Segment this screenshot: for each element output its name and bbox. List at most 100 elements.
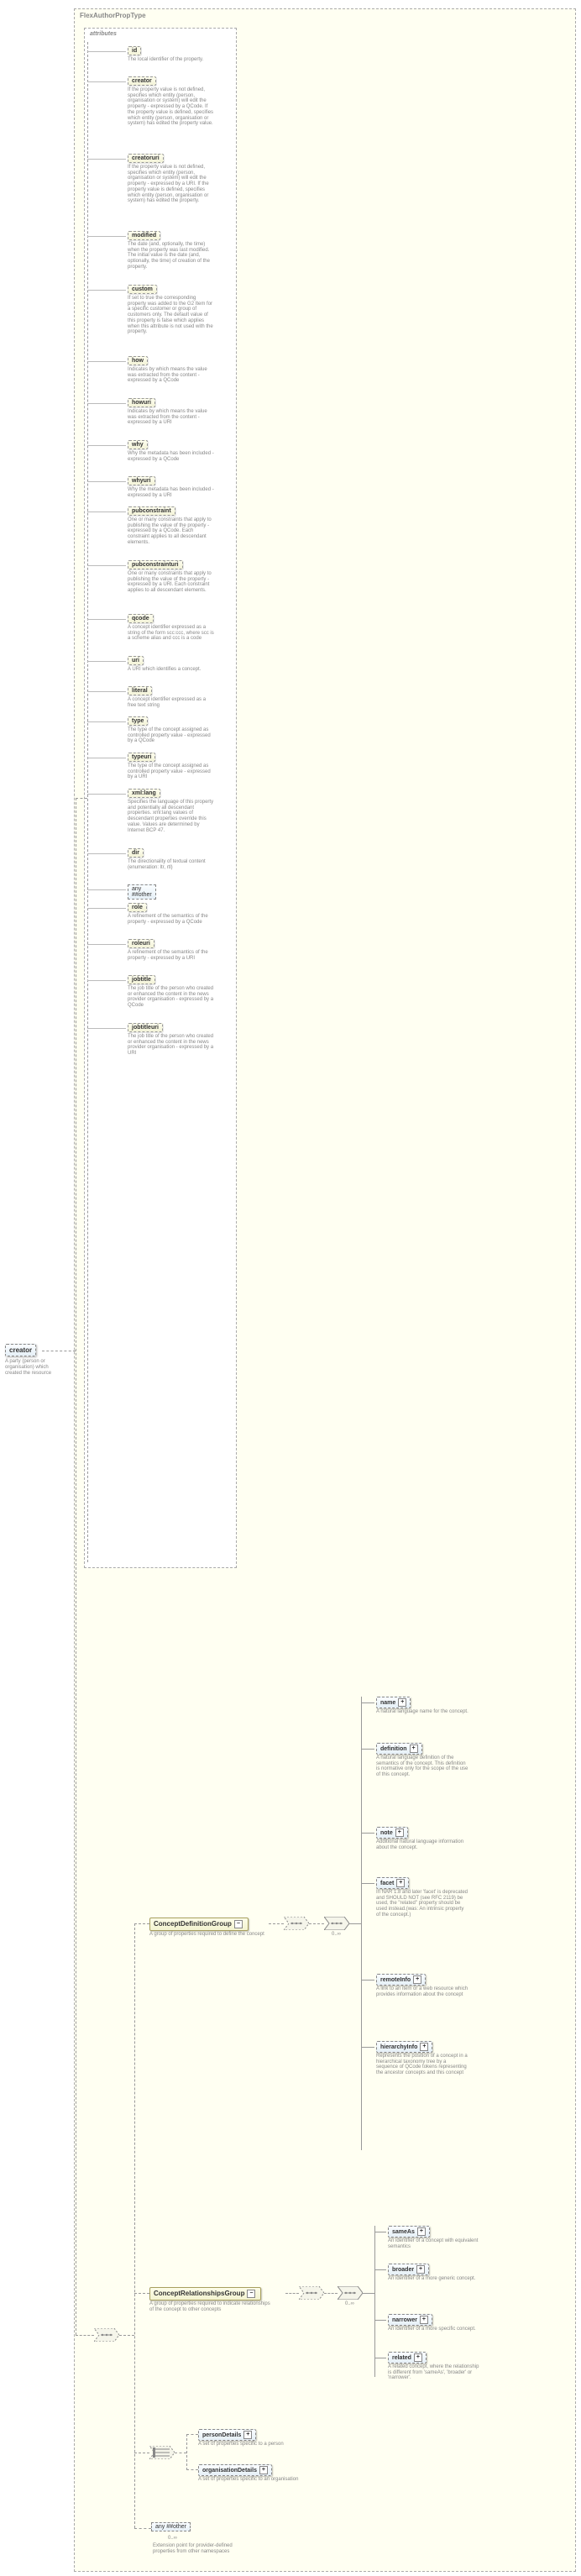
connector <box>186 2469 198 2470</box>
attribute-name[interactable]: how <box>128 356 148 365</box>
attribute-name[interactable]: uri <box>128 656 144 665</box>
root-element[interactable]: creator <box>5 1344 36 1356</box>
element-note[interactable]: note+ <box>376 1827 408 1839</box>
connector <box>87 81 126 82</box>
any-other-element[interactable]: any ##other <box>151 2522 191 2531</box>
attribute-dir: dirThe directionality of textual content… <box>128 848 216 870</box>
element-facet[interactable]: facet+ <box>376 1877 409 1889</box>
connector <box>87 1028 126 1029</box>
attribute-name[interactable]: qcode <box>128 614 154 623</box>
connector <box>87 980 126 981</box>
occurrence: 0..∞ <box>168 2536 177 2541</box>
expand-icon[interactable]: + <box>420 2316 428 2324</box>
attribute-desc: A URI which identifies a concept. <box>128 667 216 673</box>
attribute-name[interactable]: typeuri <box>128 753 155 762</box>
connector <box>134 2293 149 2294</box>
attribute-name[interactable]: jobtitle <box>128 975 155 984</box>
connector <box>374 2320 386 2321</box>
connector <box>309 1923 324 1924</box>
concept-definition-group[interactable]: ConceptDefinitionGroup− <box>149 1918 249 1931</box>
expand-icon[interactable]: + <box>417 2227 426 2236</box>
connector <box>87 889 126 890</box>
attribute-name[interactable]: why <box>128 440 148 449</box>
connector <box>374 2226 375 2377</box>
collapse-icon[interactable]: − <box>234 1920 243 1928</box>
collapse-icon[interactable]: − <box>247 2290 255 2298</box>
attribute-jobtitleuri: jobtitleuriThe job title of the person w… <box>128 1023 216 1057</box>
element-label: personDetails <box>202 2432 241 2438</box>
connector <box>285 2293 299 2294</box>
connector <box>87 794 126 795</box>
element-label: remoteInfo <box>380 1977 411 1983</box>
attribute-name[interactable]: whyuri <box>128 476 155 485</box>
person-details-element[interactable]: personDetails+ <box>198 2429 256 2441</box>
element-broader[interactable]: broader+ <box>388 2264 429 2275</box>
organisation-details-element[interactable]: organisationDetails+ <box>198 2464 272 2476</box>
expand-icon[interactable]: + <box>410 1744 418 1753</box>
attribute-literal: literalA concept identifier expressed as… <box>128 686 216 708</box>
type-label: FlexAuthorPropType <box>80 12 146 19</box>
attribute-qcode: qcodeA concept identifier expressed as a… <box>128 614 216 642</box>
attribute-name[interactable]: modified <box>128 231 160 240</box>
element-name[interactable]: name+ <box>376 1697 411 1708</box>
expand-icon[interactable]: + <box>259 2466 268 2474</box>
element-remoteInfo[interactable]: remoteInfo+ <box>376 1974 426 1986</box>
attribute-roleuri: roleuriA refinement of the semantics of … <box>128 939 216 961</box>
attribute-name[interactable]: creatoruri <box>128 154 164 163</box>
attribute-name[interactable]: dir <box>128 848 144 858</box>
attribute-why: whyWhy the metadata has been included - … <box>128 440 216 462</box>
connector <box>269 1923 284 1924</box>
attribute-name[interactable]: pubconstrainturi <box>128 560 183 569</box>
element-desc: In NAR 1.8 and later 'facet' is deprecat… <box>376 1890 468 1918</box>
root-element-desc: A party (person or organisation) which c… <box>5 1359 64 1377</box>
attribute-name[interactable]: roleuri <box>128 939 154 948</box>
attribute-name[interactable]: custom <box>128 285 157 294</box>
element-sameAs[interactable]: sameAs+ <box>388 2226 430 2238</box>
expand-icon[interactable]: + <box>413 1975 421 1984</box>
attribute-desc: A refinement of the semantics of the pro… <box>128 914 216 925</box>
attribute-name[interactable]: pubconstraint <box>128 506 175 516</box>
connector <box>87 619 126 620</box>
element-hierarchyInfo[interactable]: hierarchyInfo+ <box>376 2041 432 2053</box>
attribute-name[interactable]: creator <box>128 76 156 86</box>
attribute-name[interactable]: role <box>128 903 147 912</box>
connector <box>76 798 87 799</box>
attribute-how: howIndicates by which means the value wa… <box>128 356 216 384</box>
attribute-modified: modifiedThe date (and, optionally, the t… <box>128 231 216 270</box>
expand-icon[interactable]: + <box>398 1698 406 1707</box>
expand-icon[interactable]: + <box>395 1828 404 1837</box>
attribute-name[interactable]: id <box>128 46 141 55</box>
expand-icon[interactable]: + <box>420 2043 428 2051</box>
group-desc: A group of properties required to indica… <box>149 2301 275 2312</box>
connector <box>134 2528 151 2529</box>
connector <box>87 445 126 446</box>
expand-icon[interactable]: + <box>416 2265 425 2274</box>
element-desc: Additional natural language information … <box>376 1839 468 1850</box>
connector <box>87 565 126 566</box>
connector <box>361 1697 362 2150</box>
expand-icon[interactable]: + <box>414 2353 422 2362</box>
attribute-name[interactable]: jobtitleuri <box>128 1023 163 1032</box>
concept-relationships-group[interactable]: ConceptRelationshipsGroup− <box>149 2287 261 2301</box>
element-label: related <box>392 2355 411 2361</box>
connector <box>186 2434 187 2470</box>
attribute-name[interactable]: any ##other <box>128 884 156 900</box>
connector <box>87 236 126 237</box>
expand-icon[interactable]: + <box>396 1879 405 1887</box>
connector <box>87 908 126 909</box>
attribute-name[interactable]: type <box>128 716 148 726</box>
attribute-name[interactable]: xml:lang <box>128 789 160 798</box>
element-narrower[interactable]: narrower+ <box>388 2314 432 2326</box>
element-related[interactable]: related+ <box>388 2352 427 2364</box>
attribute-name[interactable]: literal <box>128 686 152 695</box>
connector <box>134 1923 135 2528</box>
element-label: definition <box>380 1746 407 1752</box>
connector <box>87 51 126 52</box>
attribute-pubconstrainturi: pubconstrainturiOne or many constraints … <box>128 560 216 594</box>
attribute-name[interactable]: howuri <box>128 398 155 407</box>
connector <box>361 1833 374 1834</box>
expand-icon[interactable]: + <box>243 2431 252 2439</box>
connector <box>87 691 126 692</box>
element-definition[interactable]: definition+ <box>376 1743 422 1755</box>
occurrence: 0..∞ <box>332 1932 341 1937</box>
